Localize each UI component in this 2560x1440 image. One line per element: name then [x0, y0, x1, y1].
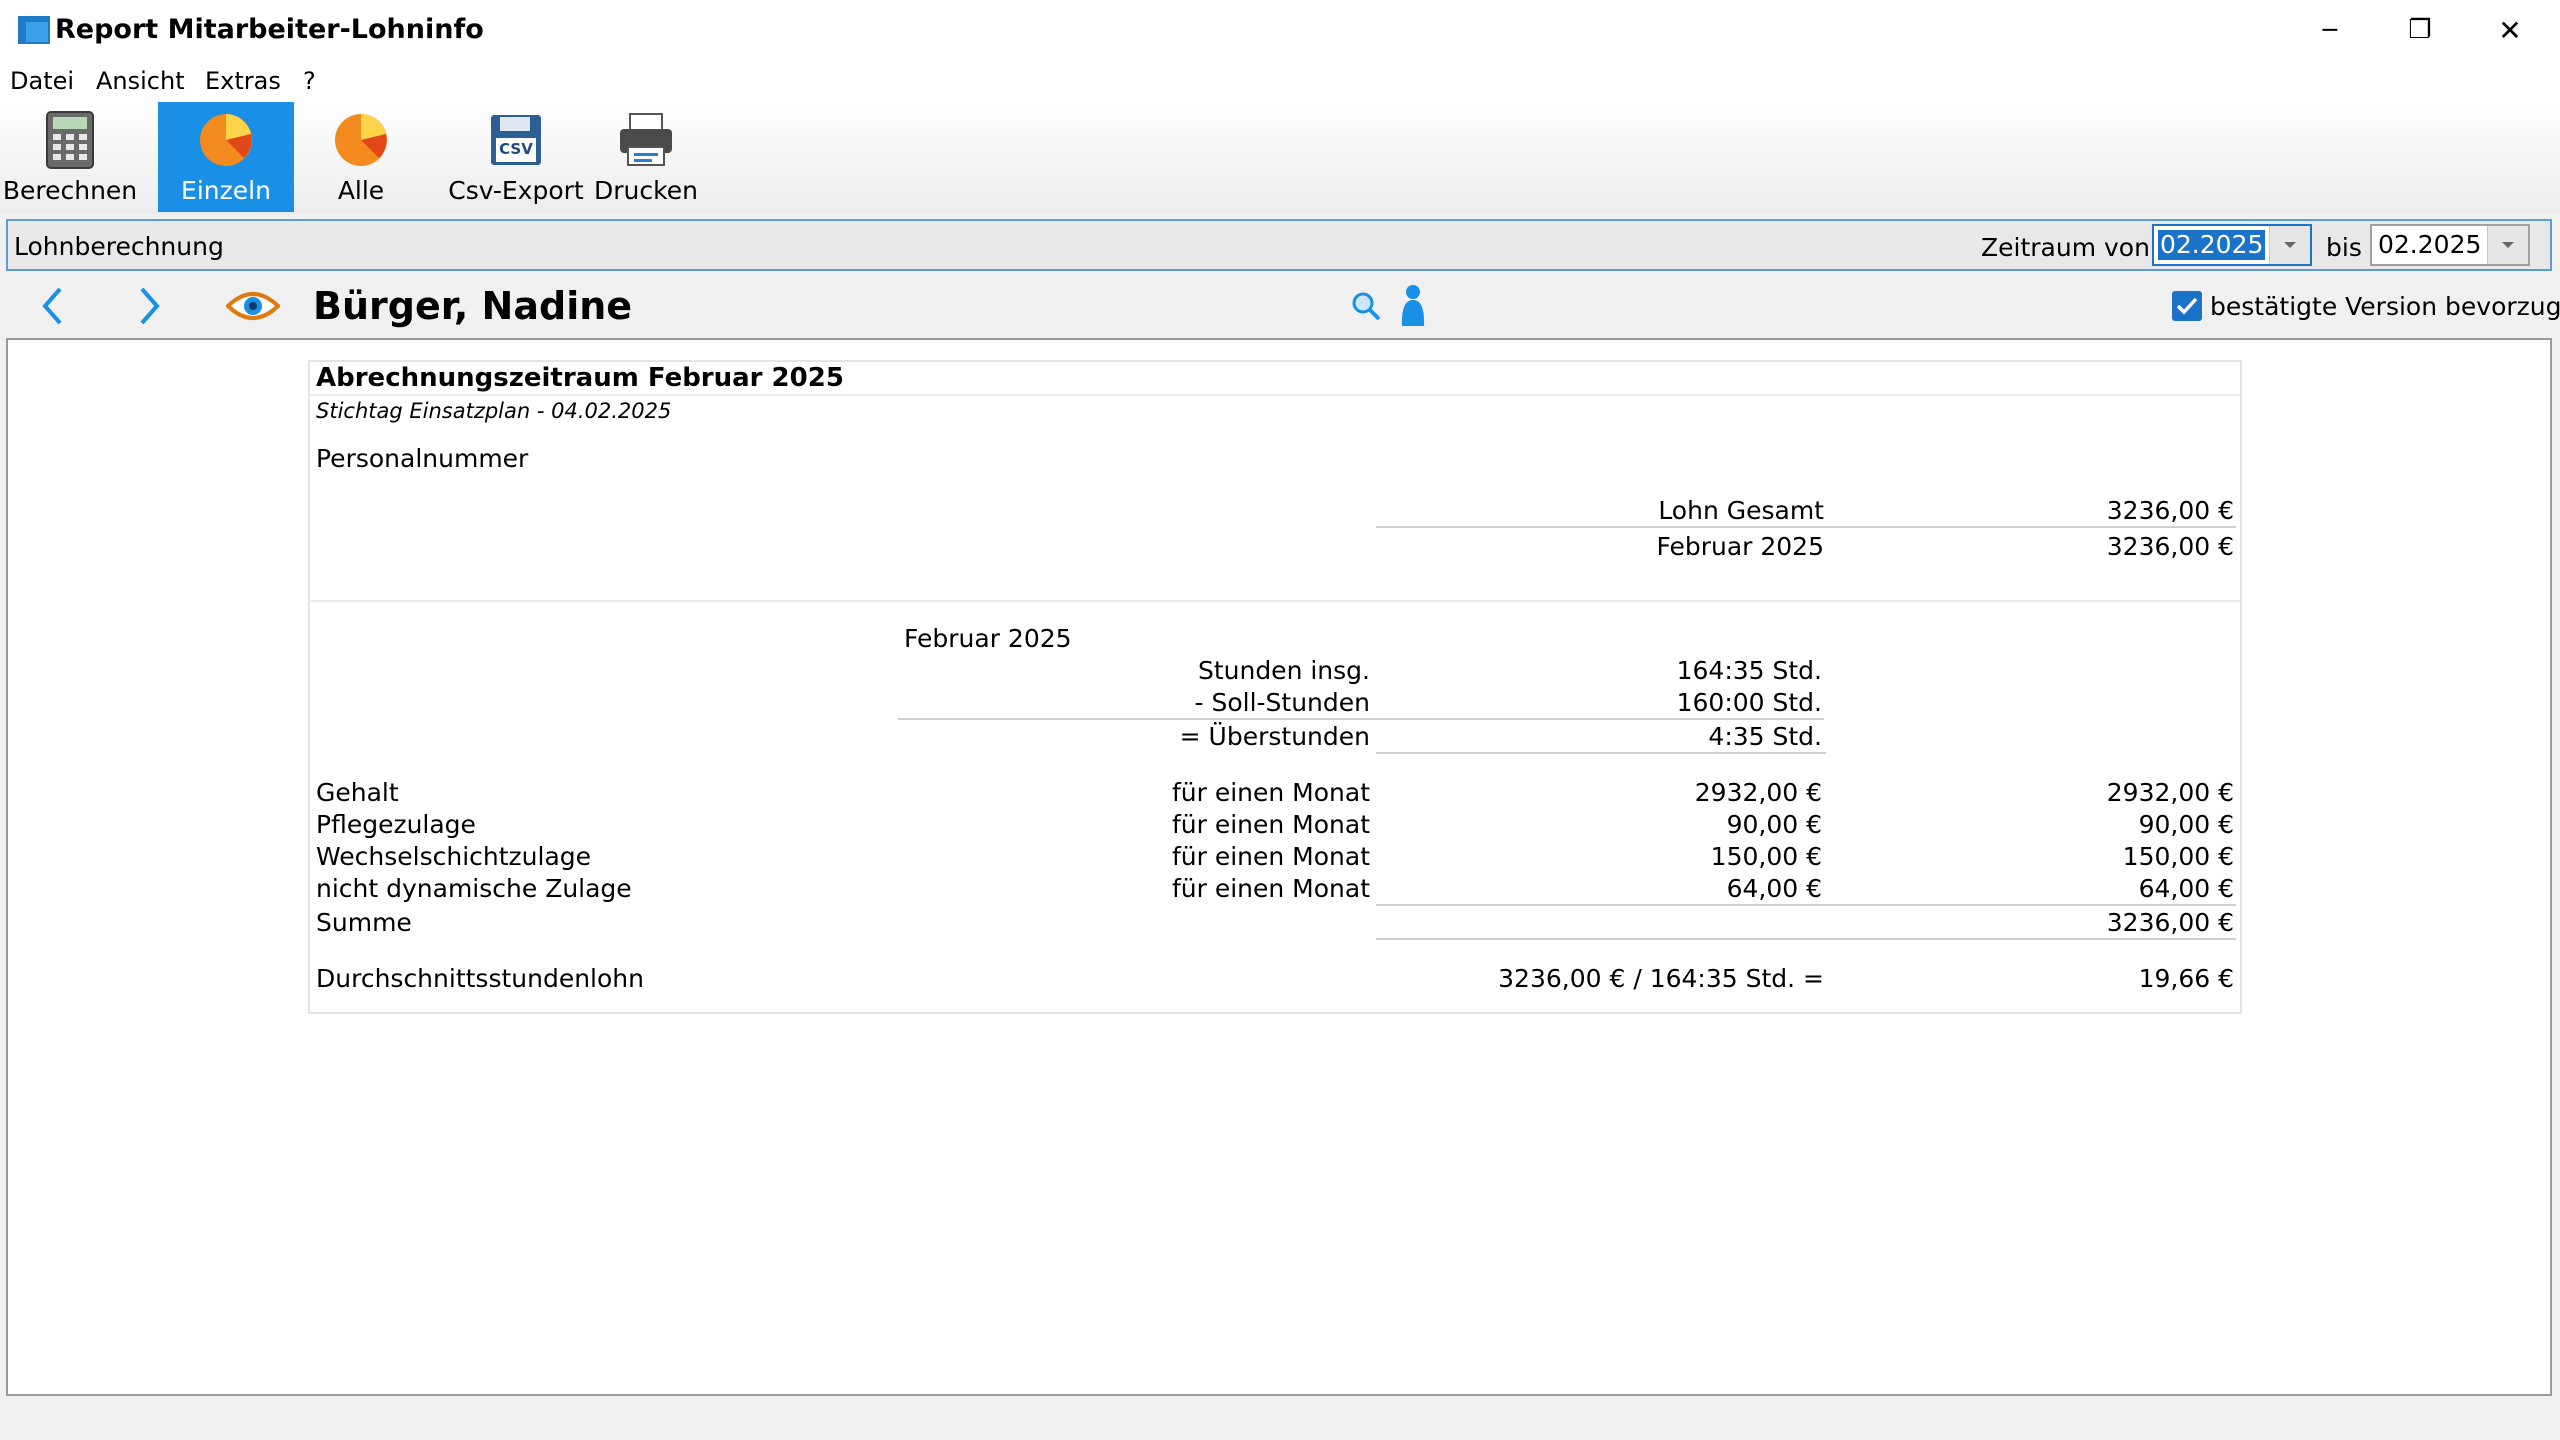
- eye-icon: [225, 292, 281, 320]
- band-title: Lohnberechnung: [14, 232, 224, 261]
- chevron-down-icon[interactable]: [2269, 226, 2310, 264]
- divider: [310, 600, 2240, 602]
- pie-chart-icon: [196, 110, 256, 170]
- item-rate: 64,00 €: [1726, 874, 1822, 903]
- item-period: für einen Monat: [1171, 778, 1370, 807]
- app-icon: [18, 16, 50, 44]
- item-total: 2932,00 €: [2106, 778, 2234, 807]
- period-title: Abrechnungszeitraum Februar 2025: [316, 363, 844, 393]
- divider: [1376, 938, 2236, 940]
- einzeln-label: Einzeln: [181, 176, 271, 205]
- pie-chart-icon: [331, 110, 391, 170]
- item-period: für einen Monat: [1171, 810, 1370, 839]
- divider: [1376, 526, 2236, 528]
- berechnen-button[interactable]: Berechnen: [2, 102, 138, 212]
- summe-label: Summe: [316, 908, 412, 937]
- lohn-gesamt-label: Lohn Gesamt: [1658, 496, 1824, 525]
- item-period: für einen Monat: [1171, 842, 1370, 871]
- zeitraum-bis-select[interactable]: 02.2025: [2370, 224, 2530, 266]
- person-icon: [1401, 285, 1425, 326]
- hours-total-label: Stunden insg.: [1197, 656, 1370, 685]
- item-rate: 150,00 €: [1710, 842, 1822, 871]
- summe-value: 3236,00 €: [2106, 908, 2234, 937]
- printer-icon: [616, 110, 676, 170]
- item-total: 150,00 €: [2122, 842, 2234, 871]
- alle-button[interactable]: Alle: [296, 102, 426, 212]
- avg-value: 19,66 €: [2138, 964, 2234, 993]
- soll-value: 160:00 Std.: [1676, 688, 1822, 717]
- next-button[interactable]: [130, 284, 170, 328]
- zeitraum-bis-value: 02.2025: [2378, 230, 2482, 259]
- zeitraum-von-select[interactable]: 02.2025: [2152, 224, 2312, 266]
- alle-label: Alle: [337, 176, 385, 205]
- avg-label: Durchschnittsstundenlohn: [316, 964, 644, 993]
- item-period: für einen Monat: [1171, 874, 1370, 903]
- zeitraum-von-value: 02.2025: [2158, 230, 2266, 260]
- item-rate: 2932,00 €: [1694, 778, 1822, 807]
- menu-bar: [0, 60, 2560, 100]
- menu-help[interactable]: ?: [303, 66, 316, 96]
- menu-datei[interactable]: Datei: [10, 66, 74, 96]
- einzeln-button[interactable]: Einzeln: [158, 102, 294, 212]
- search-button[interactable]: [1350, 290, 1382, 322]
- item-name: Gehalt: [316, 778, 399, 807]
- minimize-icon: ─: [2322, 16, 2338, 44]
- month-label: Februar 2025: [1656, 532, 1824, 561]
- divider: [1376, 904, 2236, 906]
- close-icon: ✕: [2498, 13, 2522, 47]
- csv-export-label: Csv-Export: [448, 176, 584, 205]
- ueberstunden-label: = Überstunden: [1179, 722, 1370, 751]
- soll-label: - Soll-Stunden: [1194, 688, 1370, 717]
- hours-total-value: 164:35 Std.: [1676, 656, 1822, 685]
- csv-icon-text: CSV: [499, 140, 533, 158]
- stichtag-text: Stichtag Einsatzplan - 04.02.2025: [316, 399, 672, 423]
- restore-icon: ❐: [2408, 15, 2432, 45]
- item-total: 64,00 €: [2138, 874, 2234, 903]
- drucken-button[interactable]: Drucken: [588, 102, 704, 212]
- avg-formula: 3236,00 € / 164:35 Std. =: [1498, 964, 1824, 993]
- item-rate: 90,00 €: [1726, 810, 1822, 839]
- zeitraum-von-label: Zeitraum von: [1981, 233, 2150, 262]
- personalnummer-label: Personalnummer: [316, 444, 529, 473]
- drucken-label: Drucken: [594, 176, 698, 205]
- chevron-right-icon: [140, 287, 160, 325]
- view-button[interactable]: [225, 288, 281, 324]
- csv-floppy-icon: CSV: [486, 110, 546, 170]
- item-name: Pflegezulage: [316, 810, 476, 839]
- divider: [1376, 752, 1826, 754]
- item-name: Wechselschichtzulage: [316, 842, 592, 871]
- previous-button[interactable]: [32, 284, 72, 328]
- prefer-confirmed-label[interactable]: bestätigte Version bevorzugen: [2210, 292, 2560, 322]
- minimize-button[interactable]: ─: [2285, 0, 2375, 60]
- csv-export-button[interactable]: CSV Csv-Export: [448, 102, 584, 212]
- chevron-left-icon: [42, 287, 62, 325]
- employee-name: Bürger, Nadine: [313, 284, 633, 328]
- menu-extras[interactable]: Extras: [205, 66, 281, 96]
- berechnen-label: Berechnen: [2, 176, 138, 205]
- bis-label: bis: [2326, 233, 2362, 262]
- ueberstunden-value: 4:35 Std.: [1708, 722, 1822, 751]
- menu-ansicht[interactable]: Ansicht: [96, 66, 185, 96]
- check-icon: [2176, 297, 2198, 315]
- window-title: Report Mitarbeiter-Lohninfo: [55, 14, 484, 45]
- search-icon: [1352, 292, 1381, 321]
- lohn-gesamt-value: 3236,00 €: [2106, 496, 2234, 525]
- section-month: Februar 2025: [904, 624, 1072, 653]
- close-button[interactable]: ✕: [2465, 0, 2555, 60]
- month-value: 3236,00 €: [2106, 532, 2234, 561]
- item-total: 90,00 €: [2138, 810, 2234, 839]
- divider: [898, 718, 1824, 720]
- restore-button[interactable]: ❐: [2375, 0, 2465, 60]
- person-button[interactable]: [1398, 284, 1428, 328]
- item-name: nicht dynamische Zulage: [316, 874, 632, 903]
- prefer-confirmed-checkbox[interactable]: [2172, 291, 2202, 321]
- calculator-icon: [40, 110, 100, 170]
- chevron-down-icon[interactable]: [2487, 226, 2528, 264]
